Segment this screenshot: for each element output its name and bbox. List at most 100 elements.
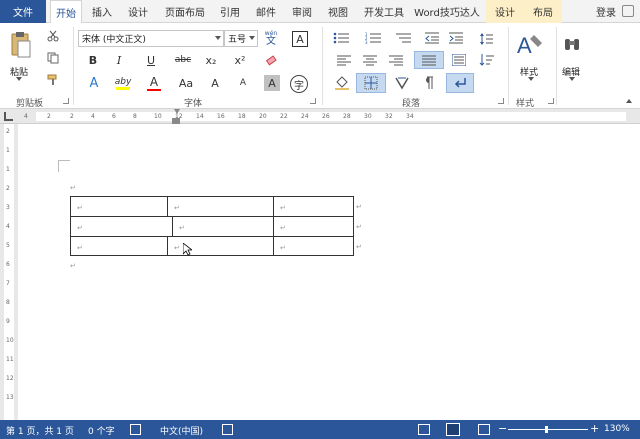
format-painter-icon[interactable] [46, 73, 60, 87]
font-launcher-icon[interactable] [310, 98, 316, 104]
proofing-icon[interactable] [130, 424, 141, 435]
tab-view[interactable]: 视图 [322, 0, 354, 23]
tab-references[interactable]: 引用 [214, 0, 246, 23]
chevron-down-icon[interactable] [215, 36, 221, 40]
character-shading-button[interactable]: A [264, 75, 280, 91]
change-case-button[interactable]: Aa [176, 75, 196, 91]
highlight-button[interactable]: aby [114, 75, 132, 91]
cell-end-mark-icon: ↵ [77, 224, 83, 232]
styles-gallery-icon[interactable]: A [516, 31, 544, 59]
cut-icon[interactable] [46, 29, 60, 43]
strikethrough-button[interactable]: abc [173, 53, 193, 67]
zoom-slider-thumb[interactable] [545, 426, 548, 433]
align-right-icon[interactable] [388, 53, 404, 67]
tab-selector-icon[interactable] [4, 112, 13, 121]
underline-button[interactable]: U [144, 53, 158, 67]
binoculars-icon[interactable] [562, 33, 582, 55]
vertical-ruler[interactable]: 2 1 1 2 3 4 5 6 7 8 9 10 11 12 13 [0, 124, 18, 420]
document-canvas[interactable] [18, 124, 640, 420]
user-icon[interactable] [622, 5, 634, 17]
read-mode-icon[interactable] [418, 424, 430, 435]
table-cell[interactable]: ↵ [273, 216, 354, 237]
font-size-combo[interactable]: 五号 [224, 30, 258, 47]
zoom-level[interactable]: 130% [604, 424, 630, 434]
tab-review[interactable]: 审阅 [286, 0, 318, 23]
word-count[interactable]: 0 个字 [88, 424, 115, 437]
justify-icon[interactable] [414, 51, 444, 69]
indent-marker-icon[interactable] [174, 109, 180, 114]
align-center-icon[interactable] [362, 53, 378, 67]
table-cell[interactable]: ↵ [273, 196, 354, 217]
login-link[interactable]: 登录 [596, 0, 616, 23]
print-layout-icon[interactable] [446, 423, 460, 436]
ruler-tick-label: 5 [6, 242, 10, 249]
tab-home[interactable]: 开始 [50, 0, 82, 24]
numbering-icon[interactable]: 123 [364, 31, 384, 45]
tab-table-design[interactable]: 设计 [486, 0, 524, 23]
web-layout-icon[interactable] [478, 424, 490, 435]
text-effects-button[interactable]: A [86, 75, 102, 91]
styles-dropdown-icon[interactable] [528, 77, 534, 81]
show-hide-marks-icon[interactable] [418, 75, 438, 91]
table-cell[interactable]: ↵ [167, 196, 274, 217]
tab-word-tips[interactable]: Word技巧达人 [412, 0, 482, 23]
styles-launcher-icon[interactable] [548, 98, 554, 104]
copy-icon[interactable] [46, 51, 60, 65]
page-count[interactable]: 第 1 页，共 1 页 [6, 424, 74, 437]
zoom-slider-track[interactable] [508, 429, 588, 430]
increase-indent-icon[interactable] [448, 31, 464, 45]
bold-button[interactable]: B [86, 53, 100, 67]
multilevel-list-icon[interactable] [394, 31, 414, 45]
chevron-down-icon[interactable] [249, 36, 255, 40]
tab-design[interactable]: 设计 [122, 0, 154, 23]
grow-font-button[interactable]: A [208, 75, 222, 91]
tab-insert[interactable]: 插入 [86, 0, 118, 23]
paste-dropdown-icon[interactable] [16, 77, 22, 81]
horizontal-ruler[interactable]: 4 2 2 4 6 8 10 12 14 16 18 20 22 24 26 28 30 32 34 [0, 109, 640, 124]
table-cell[interactable]: ↵ [172, 216, 274, 237]
align-left-icon[interactable] [336, 53, 352, 67]
font-name-combo[interactable]: 宋体 (中文正文) [78, 30, 224, 47]
tab-layout[interactable]: 页面布局 [160, 0, 210, 23]
table-cell[interactable]: ↵ [273, 236, 354, 256]
tab-table-layout[interactable]: 布局 [524, 0, 562, 23]
clear-formatting-icon[interactable] [264, 53, 278, 67]
return-arrow-icon[interactable] [446, 73, 474, 93]
clipboard-launcher-icon[interactable] [63, 98, 69, 104]
shading-icon[interactable] [332, 75, 352, 91]
enclose-characters-button[interactable]: 字 [290, 75, 308, 93]
ruler-tick-label: 1 [6, 166, 10, 173]
sort-icon[interactable] [478, 53, 496, 67]
language-indicator[interactable]: 中文(中国) [160, 424, 203, 437]
table-cell[interactable]: ↵ [70, 216, 173, 237]
table-cell[interactable]: ↵ [70, 236, 168, 256]
macro-record-icon[interactable] [222, 424, 233, 435]
paste-icon[interactable] [8, 31, 34, 59]
shrink-font-button[interactable]: A [236, 75, 250, 91]
font-color-button[interactable]: A [146, 75, 162, 91]
distributed-icon[interactable] [450, 51, 468, 69]
character-border-icon[interactable]: A [292, 31, 308, 47]
zoom-out-button[interactable]: − [498, 422, 507, 435]
ruler-tick-label: 1 [6, 147, 10, 154]
ruler-tick-label: 8 [6, 299, 10, 306]
paragraph-launcher-icon[interactable] [498, 98, 504, 104]
ruler-tick-label: 14 [196, 113, 204, 120]
tab-file[interactable]: 文件 [0, 0, 46, 23]
subscript-button[interactable]: x₂ [204, 53, 218, 67]
tab-mailings[interactable]: 邮件 [250, 0, 282, 23]
borders-icon[interactable] [356, 73, 386, 93]
bullets-icon[interactable] [332, 31, 352, 45]
superscript-button[interactable]: x² [233, 53, 247, 67]
ruler-tick-label: 20 [259, 113, 267, 120]
table-cell[interactable]: ↵ [70, 196, 168, 217]
line-spacing-icon[interactable] [478, 31, 494, 47]
collapse-ribbon-icon[interactable] [626, 99, 632, 103]
phonetic-guide-icon[interactable]: wén 文 [262, 29, 280, 49]
decrease-indent-icon[interactable] [424, 31, 440, 45]
tab-developer[interactable]: 开发工具 [358, 0, 410, 23]
chinese-layout-icon[interactable] [392, 75, 412, 91]
zoom-in-button[interactable]: + [590, 422, 599, 435]
editing-dropdown-icon[interactable] [569, 77, 575, 81]
italic-button[interactable]: I [112, 53, 126, 67]
